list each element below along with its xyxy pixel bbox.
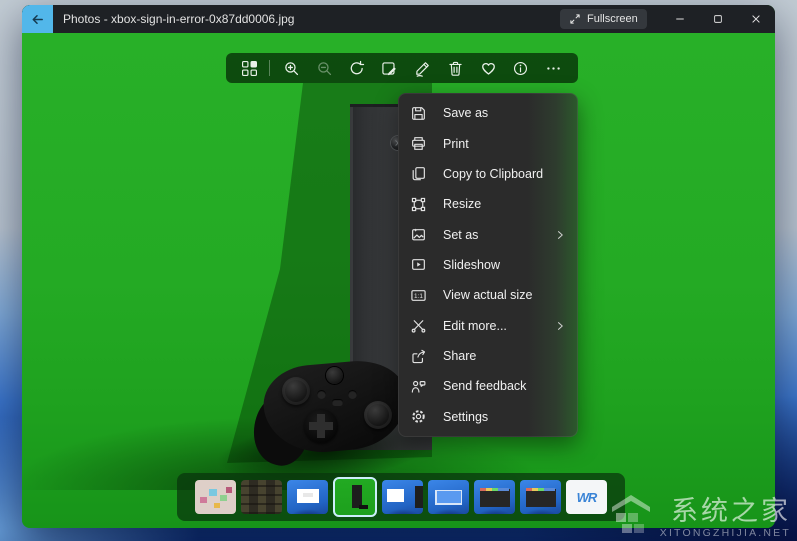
printer-icon (410, 135, 427, 152)
favorite-button[interactable] (472, 53, 505, 83)
menu-item-slideshow[interactable]: Slideshow (398, 250, 578, 280)
filmstrip-thumbnail-8[interactable] (520, 480, 561, 514)
see-all-photos-button[interactable] (234, 53, 264, 83)
photo-canvas: Save as Print Copy to Clipboard Resize (22, 33, 775, 528)
gear-icon (410, 408, 427, 425)
menu-item-share[interactable]: Share (398, 341, 578, 371)
magnifier-minus-icon (316, 60, 333, 77)
rotate-arrow-icon (348, 60, 365, 77)
back-button[interactable] (22, 5, 53, 33)
heart-icon (480, 60, 497, 77)
controller-dpad (304, 409, 338, 443)
fullscreen-icon (569, 13, 581, 25)
controller-menu-button (348, 390, 357, 399)
copy-icon (410, 165, 427, 182)
share-arrow-icon (410, 348, 427, 365)
see-more-button[interactable] (537, 53, 570, 83)
titlebar[interactable]: Photos - xbox-sign-in-error-0x87dd0006.j… (22, 5, 775, 33)
svg-text:1:1: 1:1 (414, 293, 423, 300)
ellipsis-icon (545, 60, 562, 77)
chevron-right-icon (554, 320, 566, 332)
menu-item-print[interactable]: Print (398, 128, 578, 158)
play-rectangle-icon (410, 256, 427, 273)
menu-item-copy-to-clipboard[interactable]: Copy to Clipboard (398, 159, 578, 189)
menu-item-resize[interactable]: Resize (398, 189, 578, 219)
ink-pen-icon (414, 60, 431, 77)
magnifier-plus-icon (283, 60, 300, 77)
photo-toolbar (226, 53, 578, 83)
back-arrow-icon (30, 12, 45, 27)
minimize-button[interactable] (661, 5, 699, 33)
fullscreen-label: Fullscreen (587, 13, 638, 25)
menu-item-save-as[interactable]: Save as (398, 98, 578, 128)
maximize-button[interactable] (699, 5, 737, 33)
caption-buttons (661, 5, 775, 33)
grid-gallery-icon (241, 60, 258, 77)
edit-image-button[interactable] (373, 53, 406, 83)
filmstrip-thumbnail-7[interactable] (474, 480, 515, 514)
toolbar-separator (269, 60, 270, 76)
draw-button[interactable] (406, 53, 439, 83)
feedback-person-icon (410, 378, 427, 395)
controller-view-button (317, 390, 326, 399)
filmstrip-thumbnail-6[interactable] (428, 480, 469, 514)
controller-xbox-button (326, 367, 343, 384)
xbox-controller (256, 353, 412, 465)
menu-item-settings[interactable]: Settings (398, 402, 578, 432)
maximize-icon (712, 13, 724, 25)
window-title: Photos - xbox-sign-in-error-0x87dd0006.j… (63, 12, 294, 26)
menu-item-set-as[interactable]: Set as (398, 219, 578, 249)
controller-right-stick (364, 401, 392, 429)
rotate-button[interactable] (341, 53, 374, 83)
image-sparkle-icon (410, 226, 427, 243)
zoom-in-button[interactable] (275, 53, 308, 83)
close-icon (750, 13, 762, 25)
resize-frame-icon (410, 196, 427, 213)
trash-can-icon (447, 60, 464, 77)
file-info-button[interactable] (504, 53, 537, 83)
fullscreen-button[interactable]: Fullscreen (560, 9, 647, 29)
chevron-right-icon (554, 229, 566, 241)
close-button[interactable] (737, 5, 775, 33)
menu-item-edit-more[interactable]: Edit more... (398, 311, 578, 341)
filmstrip-thumbnail-5[interactable] (382, 480, 423, 514)
photos-app-window: Photos - xbox-sign-in-error-0x87dd0006.j… (22, 5, 775, 528)
menu-item-view-actual-size[interactable]: 1:1 View actual size (398, 280, 578, 310)
filmstrip-thumbnail-1[interactable] (195, 480, 236, 514)
minimize-icon (674, 13, 686, 25)
wr-logo: WR (577, 490, 597, 505)
controller-share-button (332, 399, 343, 406)
delete-button[interactable] (439, 53, 472, 83)
filmstrip-thumbnail-9[interactable]: WR (566, 480, 607, 514)
image-pencil-icon (381, 60, 398, 77)
filmstrip-thumbnail-4-selected[interactable] (333, 477, 377, 517)
controller-left-stick (282, 377, 310, 405)
menu-item-send-feedback[interactable]: Send feedback (398, 371, 578, 401)
info-circle-icon (512, 60, 529, 77)
filmstrip-thumbnail-3[interactable] (287, 480, 328, 514)
see-more-context-menu: Save as Print Copy to Clipboard Resize (398, 93, 578, 437)
one-to-one-icon: 1:1 (410, 287, 427, 304)
filmstrip: WR (177, 473, 625, 521)
zoom-out-button[interactable] (308, 53, 341, 83)
watermark-domain: XITONGZHIJIA.NET (660, 527, 791, 539)
filmstrip-thumbnail-2[interactable] (241, 480, 282, 514)
scissors-icon (410, 317, 427, 334)
floppy-disk-icon (410, 105, 427, 122)
